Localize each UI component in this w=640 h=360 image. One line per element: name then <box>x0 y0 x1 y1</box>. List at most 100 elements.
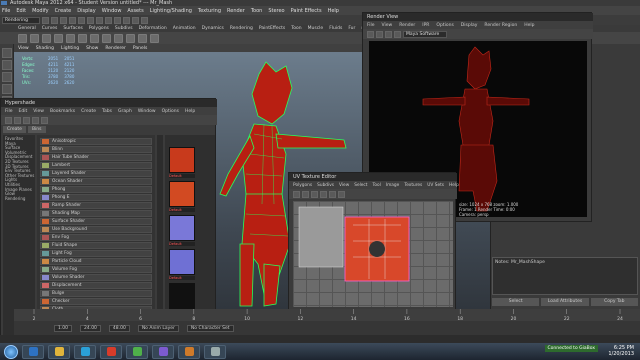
material-swatch[interactable] <box>169 215 195 241</box>
uv-menu-select[interactable]: Select <box>354 183 367 188</box>
rv-menu-display[interactable]: Display <box>461 23 478 28</box>
uv-menu-uv-sets[interactable]: UV Sets <box>427 183 444 188</box>
shelf-tab-polygons[interactable]: Polygons <box>89 26 109 31</box>
vp-menu-panels[interactable]: Panels <box>133 46 147 51</box>
shelf-tool-icon[interactable] <box>102 33 111 43</box>
command-line[interactable] <box>0 335 640 343</box>
hs-menu-graph[interactable]: Graph <box>118 109 132 114</box>
snapshot-icon[interactable] <box>385 30 392 38</box>
node-item[interactable]: Hair Tube Shader <box>40 153 152 162</box>
select-component-icon[interactable] <box>87 16 94 24</box>
snap-point-icon[interactable] <box>114 16 121 24</box>
menu-assets[interactable]: Assets <box>127 8 143 14</box>
hs-menu-file[interactable]: File <box>5 109 13 114</box>
new-scene-icon[interactable] <box>42 16 49 24</box>
range-end-field[interactable]: 48.00 <box>108 324 130 332</box>
tab-bins[interactable]: Bins <box>27 126 46 133</box>
shelf-tab-painteffects[interactable]: PaintEffects <box>259 26 285 31</box>
material-swatch[interactable] <box>169 181 195 207</box>
shelf-tool-icon[interactable] <box>90 33 99 43</box>
menu-modify[interactable]: Modify <box>32 8 49 14</box>
uv-menu-help[interactable]: Help <box>449 183 459 188</box>
character-set-select[interactable]: No Character Set <box>186 324 234 332</box>
shelf-tab-animation[interactable]: Animation <box>173 26 196 31</box>
uv-menu-subdivs[interactable]: Subdivs <box>317 183 334 188</box>
shelf-tab-subdivs[interactable]: Subdivs <box>115 26 133 31</box>
move-tool-icon[interactable] <box>2 84 12 94</box>
shelf-tool-icon[interactable] <box>114 33 123 43</box>
node-item[interactable]: Phong E <box>40 193 152 202</box>
select-object-icon[interactable] <box>78 16 85 24</box>
taskbar-app[interactable] <box>126 344 148 359</box>
shelf-tab-general[interactable]: General <box>18 26 36 31</box>
taskbar-app[interactable] <box>74 344 96 359</box>
mode-select[interactable]: Rendering <box>2 16 40 24</box>
start-time-field[interactable]: 1.00 <box>54 324 73 332</box>
graph-icon[interactable] <box>5 116 12 124</box>
vp-menu-shading[interactable]: Shading <box>36 46 54 51</box>
paint-select-icon[interactable] <box>2 72 12 82</box>
material-swatch[interactable] <box>169 283 195 309</box>
hs-menu-view[interactable]: View <box>33 109 44 114</box>
taskbar-app[interactable] <box>152 344 174 359</box>
keep-image-icon[interactable] <box>394 30 401 38</box>
shelf-tool-icon[interactable] <box>18 33 27 43</box>
time-slider[interactable]: 2 4 6 8 10 12 14 16 18 20 22 24 <box>14 309 640 322</box>
shelf-tool-icon[interactable] <box>78 33 87 43</box>
taskbar-app[interactable] <box>22 344 44 359</box>
rv-menu-render-region[interactable]: Render Region <box>484 23 517 28</box>
ipr-icon[interactable] <box>376 30 383 38</box>
uv-menu-polygons[interactable]: Polygons <box>293 183 312 188</box>
shelf-tab-rendering[interactable]: Rendering <box>230 26 253 31</box>
hs-menu-window[interactable]: Window <box>138 109 156 114</box>
menu-stereo[interactable]: Stereo <box>268 8 284 14</box>
hs-menu-edit[interactable]: Edit <box>19 109 28 114</box>
taskbar-app[interactable] <box>48 344 70 359</box>
rv-menu-help[interactable]: Help <box>524 23 534 28</box>
node-item[interactable]: Ocean Shader <box>40 177 152 186</box>
end-time-field[interactable]: 24.00 <box>80 324 101 332</box>
uv-tool-icon[interactable] <box>293 190 300 198</box>
tab-create[interactable]: Create <box>3 126 26 133</box>
node-item[interactable]: Lambert <box>40 161 152 170</box>
node-item[interactable]: Volume Fog <box>40 265 152 274</box>
menu-display[interactable]: Display <box>77 8 95 14</box>
attr-notes[interactable]: Notes: Mr_MashShape <box>492 257 638 295</box>
uv-menu-textures[interactable]: Textures <box>404 183 422 188</box>
node-item[interactable]: Layered Shader <box>40 169 152 178</box>
vp-menu-lighting[interactable]: Lighting <box>61 46 79 51</box>
rv-menu-view[interactable]: View <box>382 23 393 28</box>
node-item[interactable]: Blinn <box>40 145 152 154</box>
taskbar-app[interactable] <box>100 344 122 359</box>
hs-menu-options[interactable]: Options <box>162 109 179 114</box>
clear-graph-icon[interactable] <box>14 116 21 124</box>
node-item[interactable]: Particle Cloud <box>40 257 152 266</box>
uv-canvas[interactable] <box>293 201 453 307</box>
uv-tool-icon[interactable] <box>338 190 345 198</box>
shelf-tab-toon[interactable]: Toon <box>291 26 301 31</box>
system-clock[interactable]: 6:25 PM 1/20/2013 <box>608 345 634 357</box>
hs-menu-create[interactable]: Create <box>81 109 96 114</box>
lasso-tool-icon[interactable] <box>2 60 12 70</box>
ipr-render-icon[interactable] <box>132 16 139 24</box>
uv-tool-icon[interactable] <box>302 190 309 198</box>
open-scene-icon[interactable] <box>51 16 58 24</box>
shelf-tab-deformation[interactable]: Deformation <box>139 26 167 31</box>
redo-render-icon[interactable] <box>367 30 374 38</box>
render-frame-icon[interactable] <box>123 16 130 24</box>
uv-tool-icon[interactable] <box>311 190 318 198</box>
node-item[interactable]: Use Background <box>40 225 152 234</box>
taskbar-app[interactable] <box>204 344 226 359</box>
taskbar-app[interactable] <box>178 344 200 359</box>
copy-tab-button[interactable]: Copy Tab <box>590 298 638 306</box>
menu-window[interactable]: Window <box>102 8 122 14</box>
rv-menu-ipr[interactable]: IPR <box>422 23 429 28</box>
node-item[interactable]: Displacement <box>40 281 152 290</box>
node-item[interactable]: Surface Shader <box>40 217 152 226</box>
uv-tool-icon[interactable] <box>329 190 336 198</box>
render-settings-icon[interactable] <box>141 16 148 24</box>
uv-menu-view[interactable]: View <box>339 183 349 188</box>
shelf-tab-surfaces[interactable]: Surfaces <box>63 26 83 31</box>
tree-item[interactable]: Rendering <box>5 196 33 202</box>
menu-texturing[interactable]: Texturing <box>198 8 221 14</box>
